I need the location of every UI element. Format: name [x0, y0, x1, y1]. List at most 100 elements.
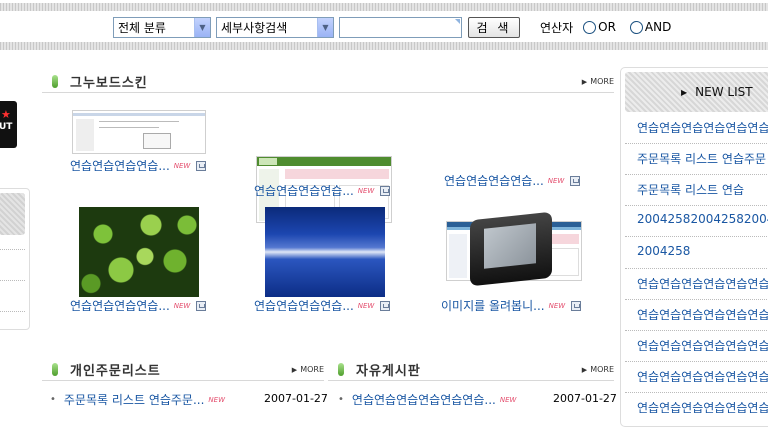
left-banner[interactable]: ★ UT: [0, 101, 17, 148]
thumb-bar: [257, 157, 391, 166]
arrow-right-icon: ▶: [291, 365, 298, 374]
thumb-block: [449, 234, 467, 278]
gallery-caption-3[interactable]: 연습연습연습연습... NEW: [444, 172, 581, 189]
order-list-header: 개인주문리스트 ▶ MORE: [42, 359, 324, 381]
gallery-thumb-5[interactable]: [265, 207, 385, 297]
or-radio[interactable]: OR: [583, 20, 616, 34]
divider: [625, 299, 768, 300]
row-date: 2007-01-27: [264, 392, 328, 405]
order-list-more-link[interactable]: ▶ MORE: [292, 365, 324, 374]
comment-icon: [196, 300, 207, 311]
scope-select[interactable]: 세부사항검색 ▼: [216, 16, 334, 38]
more-label: MORE: [590, 365, 614, 374]
more-label: MORE: [300, 365, 324, 374]
gallery-caption-5[interactable]: 연습연습연습연습... NEW: [254, 297, 391, 314]
free-board-title: 자유게시판: [356, 364, 421, 379]
bullet-icon: [52, 363, 58, 376]
divider: [625, 236, 768, 237]
new-badge: NEW: [173, 161, 191, 170]
divider: [625, 361, 768, 362]
new-badge: NEW: [357, 301, 375, 310]
dot-icon: •: [338, 394, 344, 405]
gallery-thumb-4[interactable]: [79, 207, 199, 297]
gallery-caption-1[interactable]: 연습연습연습연습... NEW: [70, 157, 207, 174]
divider: [625, 174, 768, 175]
new-list-title-wrap: ▶ NEW LIST: [681, 85, 753, 99]
gallery-caption-6[interactable]: 이미지를 올려봅니... NEW: [441, 297, 582, 314]
gallery-thumb-1[interactable]: [72, 110, 206, 154]
radio-circle-icon: [629, 20, 643, 34]
operator-label: 연산자: [540, 20, 574, 35]
search-bar: 전체 분류 ▼ 세부사항검색 ▼ 검 색 연산자 OR AND: [0, 0, 768, 50]
arrow-right-icon: ▶: [581, 365, 588, 374]
divider: [625, 205, 768, 206]
free-board-header: 자유게시판 ▶ MORE: [328, 359, 614, 381]
gallery-thumb-6[interactable]: [470, 208, 554, 290]
chevron-down-icon: ▼: [194, 17, 210, 37]
new-list-item[interactable]: 연습연습연습연습연습연습: [637, 275, 768, 292]
comment-icon: [380, 300, 391, 311]
thumb-logo: [259, 158, 277, 165]
comment-icon: [196, 160, 207, 171]
row-date: 2007-01-27: [553, 392, 617, 405]
divider: [0, 280, 25, 281]
thumb-bar: [73, 113, 205, 116]
caption-text: 연습연습연습연습...: [254, 299, 354, 313]
bottom-stripe: [0, 42, 768, 50]
divider: [0, 311, 25, 312]
new-list-header: ▶ NEW LIST: [625, 72, 768, 112]
new-list-item[interactable]: 연습연습연습연습연습연습: [637, 337, 768, 354]
new-badge: NEW: [548, 301, 566, 310]
free-board-more-link[interactable]: ▶ MORE: [582, 365, 614, 374]
new-list-item[interactable]: 연습연습연습연습연습연습: [637, 306, 768, 323]
left-box-header: [0, 193, 25, 235]
new-list-item[interactable]: 연습연습연습연습연습연습: [637, 119, 768, 136]
new-list-panel: ▶ NEW LIST 연습연습연습연습연습연습 주문목록 리스트 연습주문 주문…: [620, 67, 768, 427]
comment-icon: [380, 185, 391, 196]
new-list-title: NEW LIST: [695, 85, 753, 99]
thumb-line: [99, 127, 159, 128]
arrow-right-icon: ▶: [681, 87, 688, 97]
search-input[interactable]: [339, 16, 462, 38]
new-list-item[interactable]: 연습연습연습연습연습연습: [637, 368, 768, 385]
caption-text: 연습연습연습연습...: [70, 159, 170, 173]
new-list-item[interactable]: 2004258: [637, 244, 768, 258]
star-icon: ★: [1, 108, 11, 121]
free-board-row[interactable]: • 연습연습연습연습연습연습... NEW 2007-01-27: [338, 391, 617, 408]
divider: [625, 268, 768, 269]
comment-icon: [570, 175, 581, 186]
thumb-block: [285, 169, 389, 179]
scope-select-value: 세부사항검색: [221, 20, 288, 35]
new-list-item[interactable]: 주문목록 리스트 연습주문: [637, 150, 768, 167]
category-select-value: 전체 분류: [118, 20, 166, 35]
search-row: 전체 분류 ▼ 세부사항검색 ▼ 검 색 연산자 OR AND: [113, 16, 685, 38]
device-screen: [484, 223, 536, 269]
chevron-down-icon: ▼: [317, 17, 333, 37]
bullet-icon: [52, 75, 58, 88]
gallery-title: 그누보드스킨: [70, 76, 148, 91]
comment-icon: [571, 300, 582, 311]
thumb-block: [143, 133, 171, 149]
row-title: 주문목록 리스트 연습주문...: [63, 393, 205, 407]
new-list-item[interactable]: 20042582004258200425: [637, 212, 768, 226]
dot-icon: •: [50, 394, 56, 405]
new-list-item[interactable]: 연습연습연습연습연습연습: [637, 399, 768, 416]
caption-text: 이미지를 올려봅니...: [441, 299, 545, 313]
caption-text: 연습연습연습연습...: [254, 184, 354, 198]
new-badge: NEW: [208, 395, 226, 404]
category-select[interactable]: 전체 분류 ▼: [113, 16, 211, 38]
and-radio[interactable]: AND: [629, 20, 672, 34]
gallery-caption-2[interactable]: 연습연습연습연습... NEW: [254, 182, 391, 199]
gallery-more-link[interactable]: ▶ MORE: [582, 77, 614, 86]
row-title: 연습연습연습연습연습연습...: [351, 393, 496, 407]
order-list-row[interactable]: • 주문목록 리스트 연습주문... NEW 2007-01-27: [50, 391, 328, 408]
and-label: AND: [644, 20, 672, 34]
new-badge: NEW: [499, 395, 517, 404]
gallery-caption-4[interactable]: 연습연습연습연습... NEW: [70, 297, 207, 314]
or-label: OR: [598, 20, 616, 34]
divider: [625, 392, 768, 393]
new-list-item[interactable]: 주문목록 리스트 연습: [637, 181, 768, 198]
search-button[interactable]: 검 색: [468, 16, 520, 38]
caption-text: 연습연습연습연습...: [70, 299, 170, 313]
new-badge: NEW: [357, 186, 375, 195]
